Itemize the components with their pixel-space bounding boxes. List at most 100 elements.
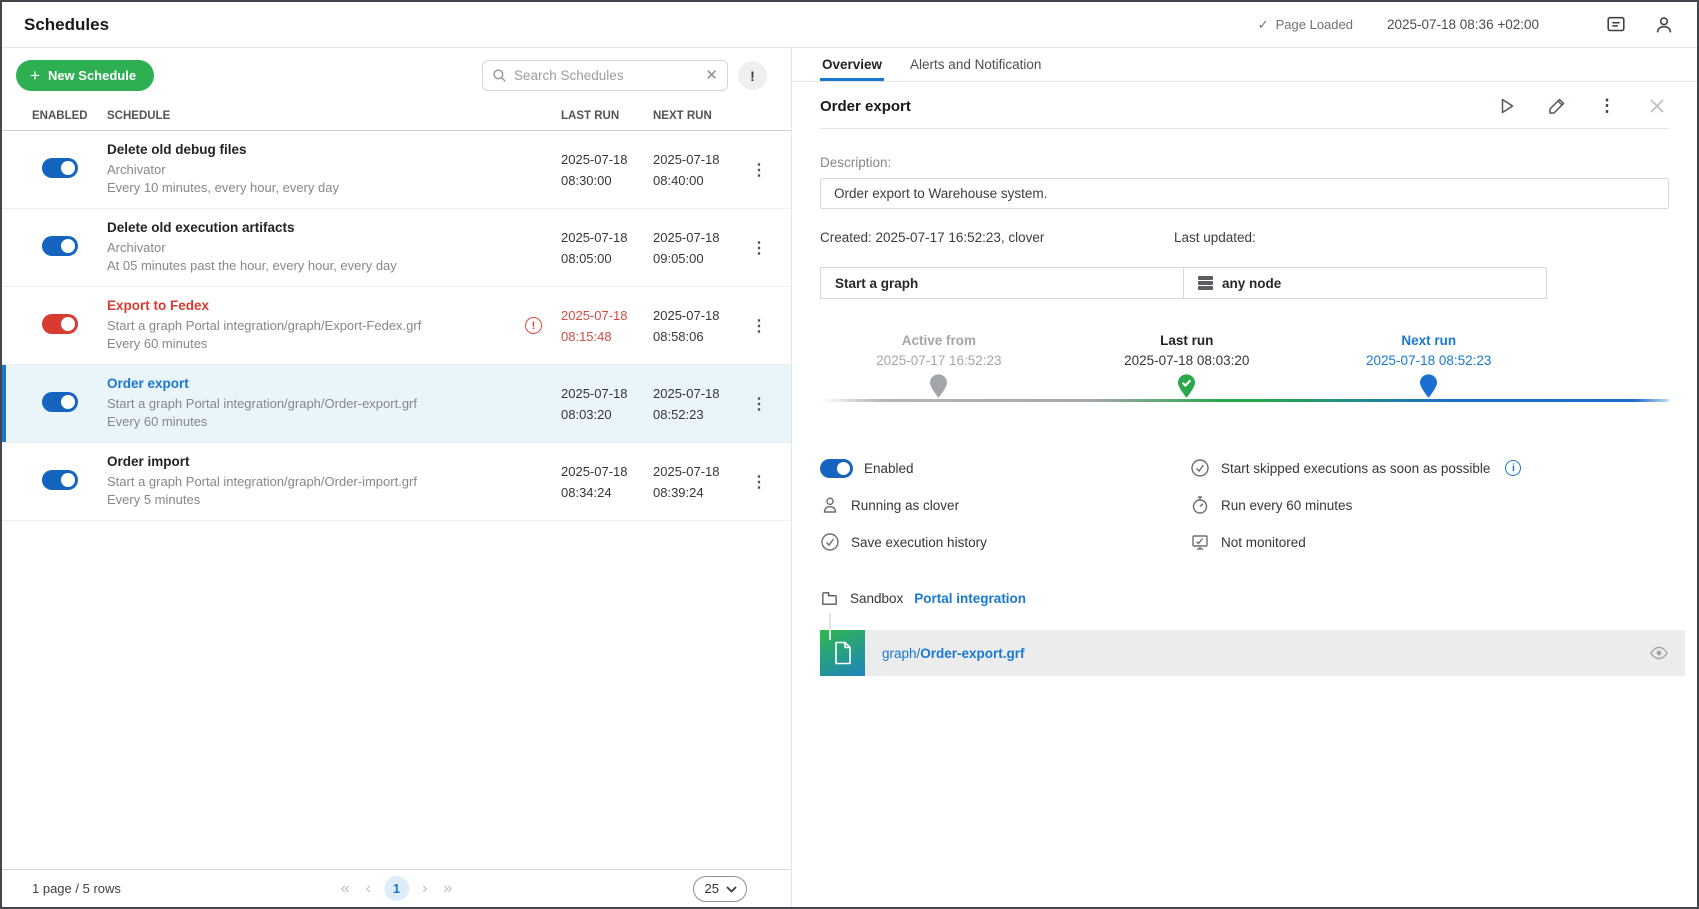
enabled-toggle[interactable] bbox=[42, 314, 78, 334]
last-run-date: 2025-07-18 bbox=[561, 305, 653, 326]
current-page-button[interactable]: 1 bbox=[384, 876, 409, 901]
monitored-setting: Not monitored bbox=[1190, 531, 1669, 553]
page-size-select[interactable]: 25 bbox=[693, 876, 747, 902]
enabled-toggle[interactable] bbox=[42, 470, 78, 490]
last-run-time: 08:15:48 bbox=[561, 326, 653, 347]
preview-eye-icon[interactable] bbox=[1649, 643, 1669, 663]
next-run-date: 2025-07-18 bbox=[653, 149, 745, 170]
table-row[interactable]: Delete old debug files Archivator Every … bbox=[2, 131, 791, 209]
last-run-date: 2025-07-18 bbox=[561, 149, 653, 170]
table-row[interactable]: Delete old execution artifacts Archivato… bbox=[2, 209, 791, 287]
column-last-run: LAST RUN bbox=[561, 110, 653, 122]
status-text: Page Loaded bbox=[1276, 17, 1353, 32]
schedule-recurrence: Every 60 minutes bbox=[107, 413, 525, 431]
schedule-settings: Enabled Start skipped executions as soon… bbox=[820, 457, 1669, 553]
alerts-indicator-button[interactable]: ! bbox=[738, 61, 767, 90]
schedule-description: Archivator bbox=[107, 161, 525, 179]
detail-title: Order export bbox=[820, 98, 911, 115]
row-menu-button[interactable]: ⋮ bbox=[745, 468, 773, 496]
last-run-date: 2025-07-18 bbox=[561, 227, 653, 248]
page-loaded-status: ✓ Page Loaded bbox=[1258, 17, 1353, 33]
table-row[interactable]: Order import Start a graph Portal integr… bbox=[2, 443, 791, 521]
graph-file-link[interactable]: graph/Order-export.grf bbox=[882, 646, 1025, 661]
pagination: « ‹ 1 › » bbox=[338, 876, 455, 901]
created-info: Created: 2025-07-17 16:52:23, clover bbox=[820, 230, 1044, 245]
column-enabled: ENABLED bbox=[32, 110, 107, 122]
last-run-date: 2025-07-18 bbox=[561, 383, 653, 404]
schedule-recurrence: Every 10 minutes, every hour, every day bbox=[107, 179, 525, 197]
search-icon bbox=[492, 68, 507, 83]
next-run-time: 08:52:23 bbox=[653, 404, 745, 425]
graph-file-row[interactable]: graph/Order-export.grf bbox=[820, 630, 1685, 676]
description-label: Description: bbox=[820, 155, 1669, 170]
list-footer: 1 page / 5 rows « ‹ 1 › » 25 bbox=[2, 869, 791, 907]
clear-search-icon[interactable]: ✕ bbox=[705, 68, 718, 83]
page-title: Schedules bbox=[24, 15, 109, 35]
last-run-time: 08:05:00 bbox=[561, 248, 653, 269]
next-run-date: 2025-07-18 bbox=[653, 461, 745, 482]
tab-alerts-and-notification[interactable]: Alerts and Notification bbox=[910, 48, 1041, 81]
feedback-icon[interactable] bbox=[1605, 14, 1627, 36]
last-page-button[interactable]: » bbox=[440, 880, 455, 898]
row-menu-button[interactable]: ⋮ bbox=[745, 234, 773, 262]
table-row[interactable]: Order export Start a graph Portal integr… bbox=[2, 365, 791, 443]
schedule-recurrence: At 05 minutes past the hour, every hour,… bbox=[107, 257, 525, 275]
run-every-setting: Run every 60 minutes bbox=[1190, 494, 1669, 516]
sandbox-label: Sandbox bbox=[850, 591, 903, 606]
close-detail-icon[interactable] bbox=[1647, 96, 1667, 116]
monitor-icon bbox=[1190, 532, 1210, 552]
row-menu-button[interactable]: ⋮ bbox=[745, 156, 773, 184]
check-circle-icon bbox=[1190, 458, 1210, 478]
edit-schedule-button[interactable] bbox=[1547, 96, 1567, 116]
table-row[interactable]: Export to Fedex Start a graph Portal int… bbox=[2, 287, 791, 365]
tree-connector bbox=[829, 613, 831, 640]
node-box: any node bbox=[1184, 267, 1547, 299]
row-menu-button[interactable]: ⋮ bbox=[745, 390, 773, 418]
column-next-run: NEXT RUN bbox=[653, 110, 745, 122]
enabled-toggle[interactable] bbox=[42, 236, 78, 256]
user-outline-icon bbox=[820, 495, 840, 515]
skipped-executions-setting: Start skipped executions as soon as poss… bbox=[1190, 457, 1669, 479]
enabled-toggle[interactable] bbox=[820, 459, 853, 478]
server-stack-icon bbox=[1198, 276, 1213, 290]
next-run-date: 2025-07-18 bbox=[653, 227, 745, 248]
sandbox-folder-icon bbox=[820, 589, 839, 608]
check-icon: ✓ bbox=[1258, 17, 1269, 33]
row-menu-button[interactable]: ⋮ bbox=[745, 312, 773, 340]
more-actions-button[interactable]: ⋮ bbox=[1597, 96, 1617, 116]
last-run-time: 08:03:20 bbox=[561, 404, 653, 425]
app-window: Schedules ✓ Page Loaded 2025-07-18 08:36… bbox=[0, 0, 1699, 909]
enabled-toggle[interactable] bbox=[42, 158, 78, 178]
schedule-description: Start a graph Portal integration/graph/O… bbox=[107, 473, 525, 491]
blue-pin-icon bbox=[1319, 374, 1539, 400]
first-page-button[interactable]: « bbox=[338, 880, 353, 898]
sandbox-row: Sandbox Portal integration bbox=[820, 589, 1669, 608]
run-schedule-button[interactable] bbox=[1497, 96, 1517, 116]
schedule-description: Start a graph Portal integration/graph/O… bbox=[107, 395, 525, 413]
timeline-active-from: Active from 2025-07-17 16:52:23 bbox=[829, 333, 1049, 400]
search-input[interactable] bbox=[514, 68, 698, 83]
check-circle-icon bbox=[820, 532, 840, 552]
app-header: Schedules ✓ Page Loaded 2025-07-18 08:36… bbox=[2, 2, 1697, 48]
next-run-time: 08:39:24 bbox=[653, 482, 745, 503]
schedule-description: Archivator bbox=[107, 239, 525, 257]
server-timestamp: 2025-07-18 08:36 +02:00 bbox=[1387, 17, 1539, 32]
next-page-button[interactable]: › bbox=[419, 880, 430, 898]
search-schedules-box[interactable]: ✕ bbox=[482, 60, 728, 91]
new-schedule-button[interactable]: + New Schedule bbox=[16, 60, 154, 91]
detail-tabs: Overview Alerts and Notification bbox=[792, 48, 1697, 82]
graph-file-icon bbox=[820, 630, 865, 676]
description-value: Order export to Warehouse system. bbox=[820, 178, 1669, 209]
run-timeline: Active from 2025-07-17 16:52:23 Last run… bbox=[820, 333, 1669, 411]
timeline-next-run: Next run 2025-07-18 08:52:23 bbox=[1319, 333, 1539, 400]
enabled-toggle[interactable] bbox=[42, 392, 78, 412]
schedule-description: Start a graph Portal integration/graph/E… bbox=[107, 317, 525, 335]
info-icon[interactable]: i bbox=[1505, 460, 1521, 476]
schedule-detail-panel: Overview Alerts and Notification Order e… bbox=[792, 48, 1697, 907]
user-icon[interactable] bbox=[1653, 14, 1675, 36]
sandbox-link[interactable]: Portal integration bbox=[914, 591, 1026, 606]
schedule-name: Delete old execution artifacts bbox=[107, 220, 525, 235]
previous-page-button[interactable]: ‹ bbox=[363, 880, 374, 898]
timeline-last-run: Last run 2025-07-18 08:03:20 bbox=[1077, 333, 1297, 400]
tab-overview[interactable]: Overview bbox=[822, 48, 882, 81]
